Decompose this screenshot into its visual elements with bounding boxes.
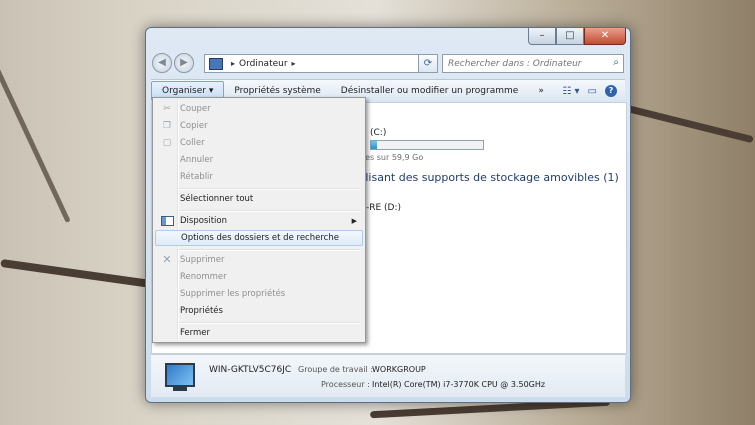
menu-item-label: Disposition	[180, 216, 228, 226]
breadcrumb-separator[interactable]: ▸	[292, 59, 296, 68]
menu-item-label: Fermer	[180, 328, 211, 338]
menu-item-supprimer[interactable]: ✕ Supprimer	[155, 252, 363, 268]
background-branch	[621, 103, 754, 144]
menu-item-label: Copier	[180, 121, 208, 131]
delete-icon: ✕	[162, 253, 172, 266]
background-branch	[0, 66, 71, 224]
menu-item-supprimer-proprietes[interactable]: Supprimer les propriétés	[155, 286, 363, 302]
scissors-icon: ✂	[163, 104, 171, 114]
minimize-button[interactable]: –	[528, 28, 556, 45]
menu-item-label: Rétablir	[180, 172, 213, 182]
view-options-icon[interactable]: ☷ ▾	[562, 86, 579, 97]
menu-item-annuler[interactable]: Annuler	[155, 152, 363, 168]
close-button[interactable]: ✕	[584, 28, 626, 45]
background-branch	[0, 258, 160, 290]
organiser-menu: ✂ Couper ❐ Copier ▢ Coller Annuler Rétab…	[152, 97, 366, 343]
menu-item-label: Renommer	[180, 272, 227, 282]
menu-separator	[180, 210, 361, 212]
caption-buttons: – □ ✕	[528, 28, 626, 45]
drive-c-free-space: res sur 59,9 Go	[362, 153, 424, 162]
drive-c-label[interactable]: (C:)	[370, 128, 386, 138]
menu-item-label: Annuler	[180, 155, 214, 165]
menu-item-coller[interactable]: ▢ Coller	[155, 135, 363, 151]
workgroup-value: WORKGROUP	[372, 365, 426, 374]
drive-c-usage-bar	[370, 140, 484, 150]
navigation-buttons: ◀ ▶	[152, 53, 194, 73]
workgroup-label: Groupe de travail :	[298, 365, 374, 374]
help-icon[interactable]: ?	[605, 85, 617, 97]
forward-button[interactable]: ▶	[174, 53, 194, 73]
search-box[interactable]: ⌕	[442, 54, 624, 73]
menu-item-fermer[interactable]: Fermer	[155, 325, 363, 341]
menu-item-label: Supprimer les propriétés	[180, 289, 286, 299]
submenu-arrow-icon: ▶	[351, 217, 357, 225]
computer-name: WIN-GKTLV5C76JC	[209, 365, 292, 375]
menu-item-renommer[interactable]: Renommer	[155, 269, 363, 285]
preview-pane-icon[interactable]: ▭	[588, 86, 597, 97]
menu-item-label: Supprimer	[180, 255, 225, 265]
drive-c-usage-fill	[371, 141, 377, 149]
menu-item-label: Options des dossiers et de recherche	[181, 233, 339, 243]
refresh-button[interactable]: ⟳	[418, 54, 438, 73]
menu-item-label: Couper	[180, 104, 211, 114]
menu-item-copier[interactable]: ❐ Copier	[155, 118, 363, 134]
back-button[interactable]: ◀	[152, 53, 172, 73]
breadcrumb-separator: ▸	[231, 59, 236, 68]
menu-item-proprietes[interactable]: Propriétés	[155, 303, 363, 319]
search-input[interactable]	[448, 56, 598, 71]
processor-label: Processeur :	[321, 380, 370, 389]
menu-separator	[180, 188, 361, 190]
drive-d-label[interactable]: -RE (D:)	[366, 203, 401, 213]
paste-icon: ▢	[162, 138, 172, 148]
toolbar-right: ☷ ▾ ▭ ?	[562, 85, 625, 97]
more-commands-button[interactable]: »	[528, 81, 554, 101]
menu-item-couper[interactable]: ✂ Couper	[155, 101, 363, 117]
computer-icon	[209, 57, 223, 70]
details-pane: WIN-GKTLV5C76JC Groupe de travail : WORK…	[151, 354, 625, 397]
menu-item-label: Coller	[180, 138, 205, 148]
menu-separator	[180, 249, 361, 251]
menu-item-options-dossiers[interactable]: Options des dossiers et de recherche	[155, 230, 363, 246]
menu-item-disposition[interactable]: Disposition ▶	[155, 213, 363, 229]
breadcrumb-ordinateur[interactable]: Ordinateur	[239, 59, 288, 69]
menu-item-label: Propriétés	[180, 306, 223, 316]
copy-icon: ❐	[162, 121, 172, 131]
menu-separator	[180, 322, 361, 324]
menu-item-label: Sélectionner tout	[180, 194, 254, 204]
menu-item-retablir[interactable]: Rétablir	[155, 169, 363, 185]
layout-icon	[161, 216, 174, 226]
computer-icon	[165, 363, 195, 391]
address-bar[interactable]: ▸ Ordinateur ▸ ▼	[204, 54, 438, 73]
search-icon[interactable]: ⌕	[613, 57, 619, 68]
menu-item-selectionner-tout[interactable]: Sélectionner tout	[155, 191, 363, 207]
processor-value: Intel(R) Core(TM) i7-3770K CPU @ 3.50GHz	[372, 380, 546, 389]
maximize-button[interactable]: □	[556, 28, 584, 45]
removable-storage-header[interactable]: tilisant des supports de stockage amovib…	[358, 171, 619, 184]
